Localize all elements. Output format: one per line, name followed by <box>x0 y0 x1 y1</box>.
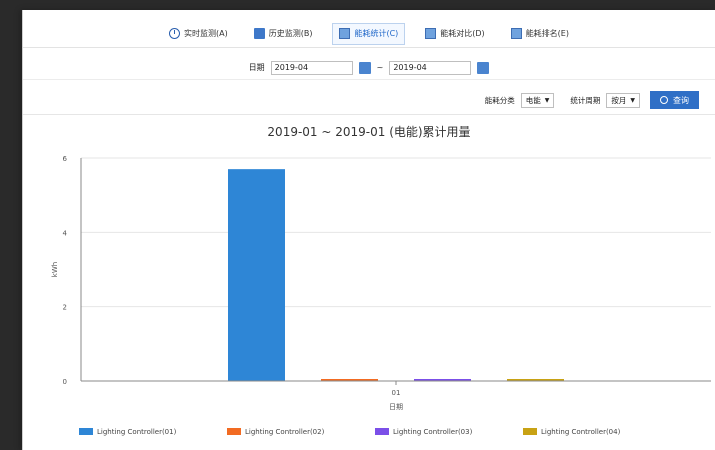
date-to-input[interactable] <box>389 60 472 75</box>
period-label: 统计周期 <box>570 95 601 105</box>
document-icon <box>339 28 351 39</box>
tab-energy-compare[interactable]: 能耗对比(D) <box>419 23 490 45</box>
chevron-down-icon: ▼ <box>630 96 635 104</box>
tab-energy-ranking[interactable]: 能耗排名(E) <box>505 23 575 45</box>
tab-label: 能耗排名(E) <box>525 29 569 38</box>
date-from-input[interactable] <box>270 60 353 75</box>
clock-icon <box>169 28 180 39</box>
document-icon <box>425 28 437 39</box>
legend-swatch <box>523 428 537 435</box>
legend-label: Lighting Controller(04) <box>541 428 621 436</box>
chevron-down-icon: ▼ <box>544 96 550 104</box>
calendar-icon <box>253 28 265 39</box>
tab-label: 能耗对比(D) <box>440 29 485 38</box>
legend-item[interactable]: Lighting Controller(03) <box>375 428 473 436</box>
y-tick-label: 2 <box>63 304 67 312</box>
bar-chart: 2019-01 ~ 2019-01 (电能)累计用量 0 2 4 6 kWh 01 日期 L… <box>51 125 711 436</box>
legend-swatch <box>227 428 241 435</box>
document-icon <box>510 28 522 39</box>
legend-label: Lighting Controller(02) <box>245 428 325 436</box>
y-tick-label: 4 <box>63 229 68 237</box>
tab-energy-stats[interactable]: 能耗统计(C) <box>332 22 406 45</box>
y-tick-label: 6 <box>63 155 68 163</box>
tab-label: 实时监测(A) <box>184 29 228 38</box>
date-separator: ~ <box>376 63 384 72</box>
bar[interactable] <box>228 169 285 381</box>
date-range-row: 日期 ~ <box>23 56 715 80</box>
legend-item[interactable]: Lighting Controller(04) <box>523 428 621 436</box>
calendar-icon[interactable] <box>358 61 371 74</box>
legend-item[interactable]: Lighting Controller(02) <box>227 428 325 436</box>
date-label: 日期 <box>248 63 265 72</box>
legend-label: Lighting Controller(03) <box>393 428 473 436</box>
search-button-label: 查询 <box>673 95 689 105</box>
tab-label: 能耗统计(C) <box>354 29 399 38</box>
search-icon <box>660 96 668 104</box>
legend-label: Lighting Controller(01) <box>97 428 177 436</box>
chart-container: 2019-01 ~ 2019-01 (电能)累计用量 0 2 4 6 kWh 01 日期 L… <box>23 116 715 450</box>
chart-title: 2019-01 ~ 2019-01 (电能)累计用量 <box>267 125 470 139</box>
legend-swatch <box>375 428 389 435</box>
y-axis-label: kWh <box>51 262 59 277</box>
tab-label: 历史监测(B) <box>268 29 313 38</box>
tab-realtime[interactable]: 实时监测(A) <box>163 23 234 45</box>
search-button[interactable]: 查询 <box>650 91 699 109</box>
tab-history[interactable]: 历史监测(B) <box>248 23 319 45</box>
x-axis-label: 日期 <box>389 403 403 411</box>
divider <box>23 114 715 115</box>
type-label: 能耗分类 <box>484 95 515 105</box>
filter-row: 能耗分类 电能 ▼ 统计周期 按月 ▼ 查询 <box>485 90 699 110</box>
x-tick-label: 01 <box>392 389 401 397</box>
y-tick-label: 0 <box>63 378 67 386</box>
tab-bar: 实时监测(A) 历史监测(B) 能耗统计(C) 能耗对比(D) 能耗排名(E) <box>23 20 715 48</box>
period-value: 按月 <box>611 95 627 105</box>
energy-type-value: 电能 <box>525 95 541 105</box>
app-window: 实时监测(A) 历史监测(B) 能耗统计(C) 能耗对比(D) 能耗排名(E) … <box>22 10 715 450</box>
calendar-icon[interactable] <box>477 61 490 74</box>
legend-swatch <box>79 428 93 435</box>
period-select[interactable]: 按月 ▼ <box>606 92 640 108</box>
legend-item[interactable]: Lighting Controller(01) <box>79 428 177 436</box>
energy-type-select[interactable]: 电能 ▼ <box>520 92 555 108</box>
